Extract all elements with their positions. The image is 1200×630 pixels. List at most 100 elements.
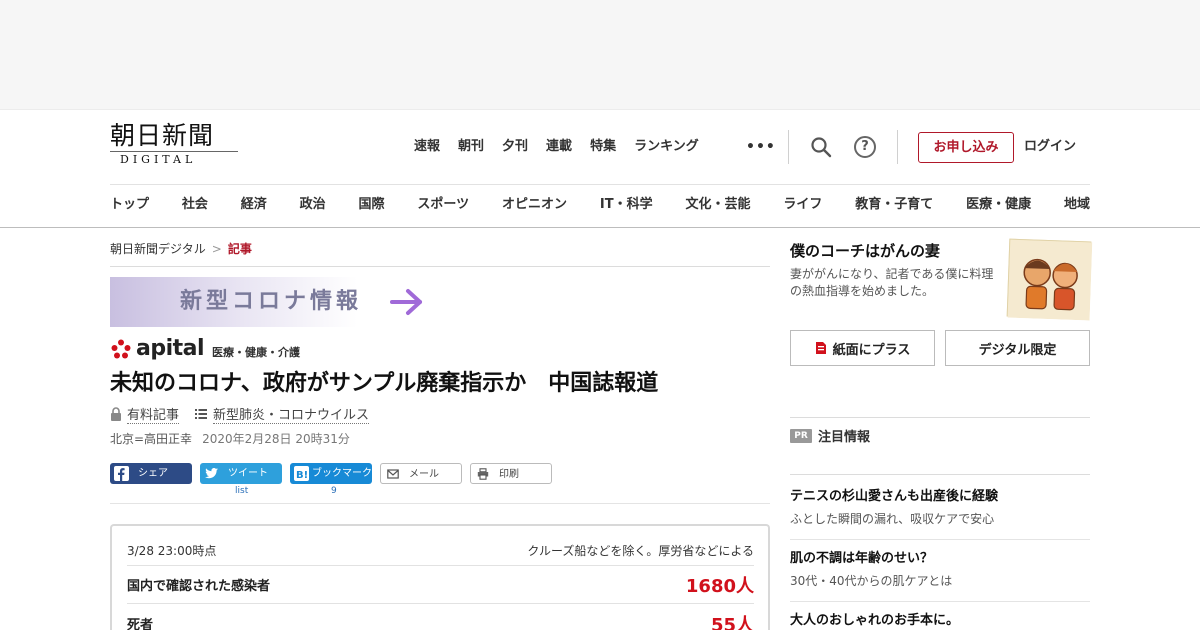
printer-icon (477, 468, 489, 480)
breadcrumb-home[interactable]: 朝日新聞デジタル (110, 242, 206, 256)
mail-share-label: メール (409, 469, 439, 480)
twitter-share-label: ツイート (228, 468, 268, 479)
login-link[interactable]: ログイン (1024, 137, 1076, 157)
promo-description: ふとした瞬間の漏れ、吸収ケアで安心 (790, 512, 995, 526)
category-sports[interactable]: スポーツ (417, 195, 469, 215)
article-meta: 有料記事 新型肺炎・コロナウイルス (110, 404, 370, 424)
paper-plus-label: 紙面にプラス (832, 342, 911, 358)
top-nav: 速報 朝刊 夕刊 連載 特集 ランキング (414, 137, 717, 157)
facebook-icon (114, 466, 129, 481)
section-subtitle: 医療・健康・介護 (212, 346, 301, 359)
arrow-right-icon (390, 289, 422, 315)
category-health[interactable]: 医療・健康 (966, 195, 1031, 215)
print-button[interactable]: 印刷 (470, 463, 552, 484)
divider (790, 601, 1090, 602)
category-opinion[interactable]: オピニオン (502, 195, 567, 215)
promo-item[interactable]: 大人のおしゃれのお手本に。 (790, 612, 1090, 630)
breadcrumb: 朝日新聞デジタル > 記事 (110, 240, 252, 257)
promo-title: テニスの杉山愛さんも出産後に経験 (790, 489, 999, 504)
lock-icon (111, 407, 121, 421)
category-top[interactable]: トップ (110, 195, 149, 215)
header-rule (110, 184, 1090, 185)
digital-only-label: デジタル限定 (978, 342, 1057, 358)
svg-text:B!: B! (296, 470, 308, 481)
section-brand[interactable]: apital 医療・健康・介護 (110, 336, 300, 360)
top-nav-sokuho[interactable]: 速報 (414, 137, 440, 157)
category-society[interactable]: 社会 (182, 195, 208, 215)
promo-item[interactable]: テニスの杉山愛さんも出産後に経験 ふとした瞬間の漏れ、吸収ケアで安心 (790, 488, 1090, 528)
stats-value: 55人 (710, 614, 754, 630)
top-nav-rensai[interactable]: 連載 (546, 137, 572, 157)
paper-plus-button[interactable]: 紙面にプラス (790, 330, 935, 366)
category-culture[interactable]: 文化・芸能 (685, 195, 750, 215)
promo-title: 大人のおしゃれのお手本に。 (790, 613, 960, 628)
twitter-icon (205, 468, 218, 479)
category-life[interactable]: ライフ (783, 195, 822, 215)
publish-date: 2020年2月28日 20時31分 (202, 432, 350, 446)
search-icon[interactable] (810, 136, 832, 158)
corona-info-banner[interactable]: 新型コロナ情報 (110, 277, 440, 327)
header-divider (788, 130, 789, 164)
twitter-share-button[interactable]: ツイート (200, 463, 282, 484)
category-it-science[interactable]: IT・科学 (600, 195, 653, 215)
author: 北京=高田正幸 (110, 432, 193, 446)
divider (790, 474, 1090, 475)
feature-illustration[interactable] (1006, 238, 1093, 321)
signup-button[interactable]: お申し込み (918, 132, 1014, 163)
couple-illustration-icon (1007, 239, 1093, 321)
stats-label: 国内で確認された感染者 (127, 579, 271, 594)
ad-banner-area (0, 0, 1200, 110)
stats-label: 死者 (127, 618, 154, 630)
category-nav: トップ 社会 経済 政治 国際 スポーツ オピニオン IT・科学 文化・芸能 ラ… (110, 195, 1090, 215)
category-economy[interactable]: 経済 (241, 195, 267, 215)
top-nav-ranking[interactable]: ランキング (634, 137, 699, 157)
mail-icon (387, 469, 399, 479)
hatena-share-label: ブックマーク (312, 468, 372, 479)
twitter-count[interactable]: list (235, 486, 248, 496)
breadcrumb-current: 記事 (227, 242, 252, 256)
feature-description: 妻ががんになり、記者である僕に料理の熱血指導を始めました。 (790, 267, 994, 298)
covid-stats-box: 3/28 23:00時点 クルーズ船などを除く。厚労省などによる 国内で確認され… (110, 524, 770, 630)
more-menu-button[interactable]: ••• (746, 137, 776, 157)
newspaper-icon (815, 342, 826, 354)
divider (790, 417, 1090, 418)
category-politics[interactable]: 政治 (300, 195, 326, 215)
top-nav-tokushu[interactable]: 特集 (590, 137, 616, 157)
promo-description: 30代・40代からの肌ケアとは (790, 574, 953, 588)
list-icon (195, 409, 208, 419)
divider (110, 266, 770, 267)
facebook-share-label: シェア (138, 468, 168, 479)
facebook-share-button[interactable]: シェア (110, 463, 192, 484)
stats-value: 1680人 (685, 575, 754, 597)
pr-section-header: PR 注目情報 (790, 426, 870, 445)
promo-item[interactable]: 肌の不調は年齢のせい？ 30代・40代からの肌ケアとは (790, 550, 1090, 590)
apital-wordmark: apital (136, 336, 205, 361)
hatena-bookmark-button[interactable]: B! ブックマーク (290, 463, 372, 484)
top-nav-choukan[interactable]: 朝刊 (458, 137, 484, 157)
hatena-icon: B! (294, 466, 309, 481)
top-nav-yuukan[interactable]: 夕刊 (502, 137, 528, 157)
promo-title: 肌の不調は年齢のせい？ (790, 551, 934, 566)
category-international[interactable]: 国際 (359, 195, 385, 215)
digital-only-button[interactable]: デジタル限定 (945, 330, 1090, 366)
site-logo[interactable]: 朝日新聞 DIGITAL (110, 122, 242, 168)
category-region[interactable]: 地域 (1064, 195, 1090, 215)
pr-section-label: 注目情報 (818, 430, 871, 445)
breadcrumb-separator: > (211, 242, 222, 256)
help-icon[interactable]: ? (854, 136, 876, 158)
category-education[interactable]: 教育・子育て (855, 195, 933, 215)
article-title: 未知のコロナ、政府がサンプル廃棄指示か 中国誌報道 (110, 371, 659, 396)
logo-wordmark: 朝日新聞 (110, 121, 215, 150)
topic-link[interactable]: 新型肺炎・コロナウイルス (213, 404, 370, 424)
feature-title[interactable]: 僕のコーチはがんの妻 (790, 240, 940, 261)
stats-row-deaths: 死者 55人 (127, 603, 754, 630)
paid-article-label[interactable]: 有料記事 (127, 404, 180, 424)
stats-timestamp: 3/28 23:00時点 (127, 544, 217, 558)
apital-logo-icon (111, 339, 131, 359)
stats-header: 3/28 23:00時点 クルーズ船などを除く。厚労省などによる (127, 542, 754, 559)
hatena-count[interactable]: 9 (331, 486, 337, 496)
pr-badge: PR (790, 428, 812, 443)
logo-digital: DIGITAL (110, 151, 238, 167)
banner-text: 新型コロナ情報 (180, 289, 363, 314)
mail-share-button[interactable]: メール (380, 463, 462, 484)
